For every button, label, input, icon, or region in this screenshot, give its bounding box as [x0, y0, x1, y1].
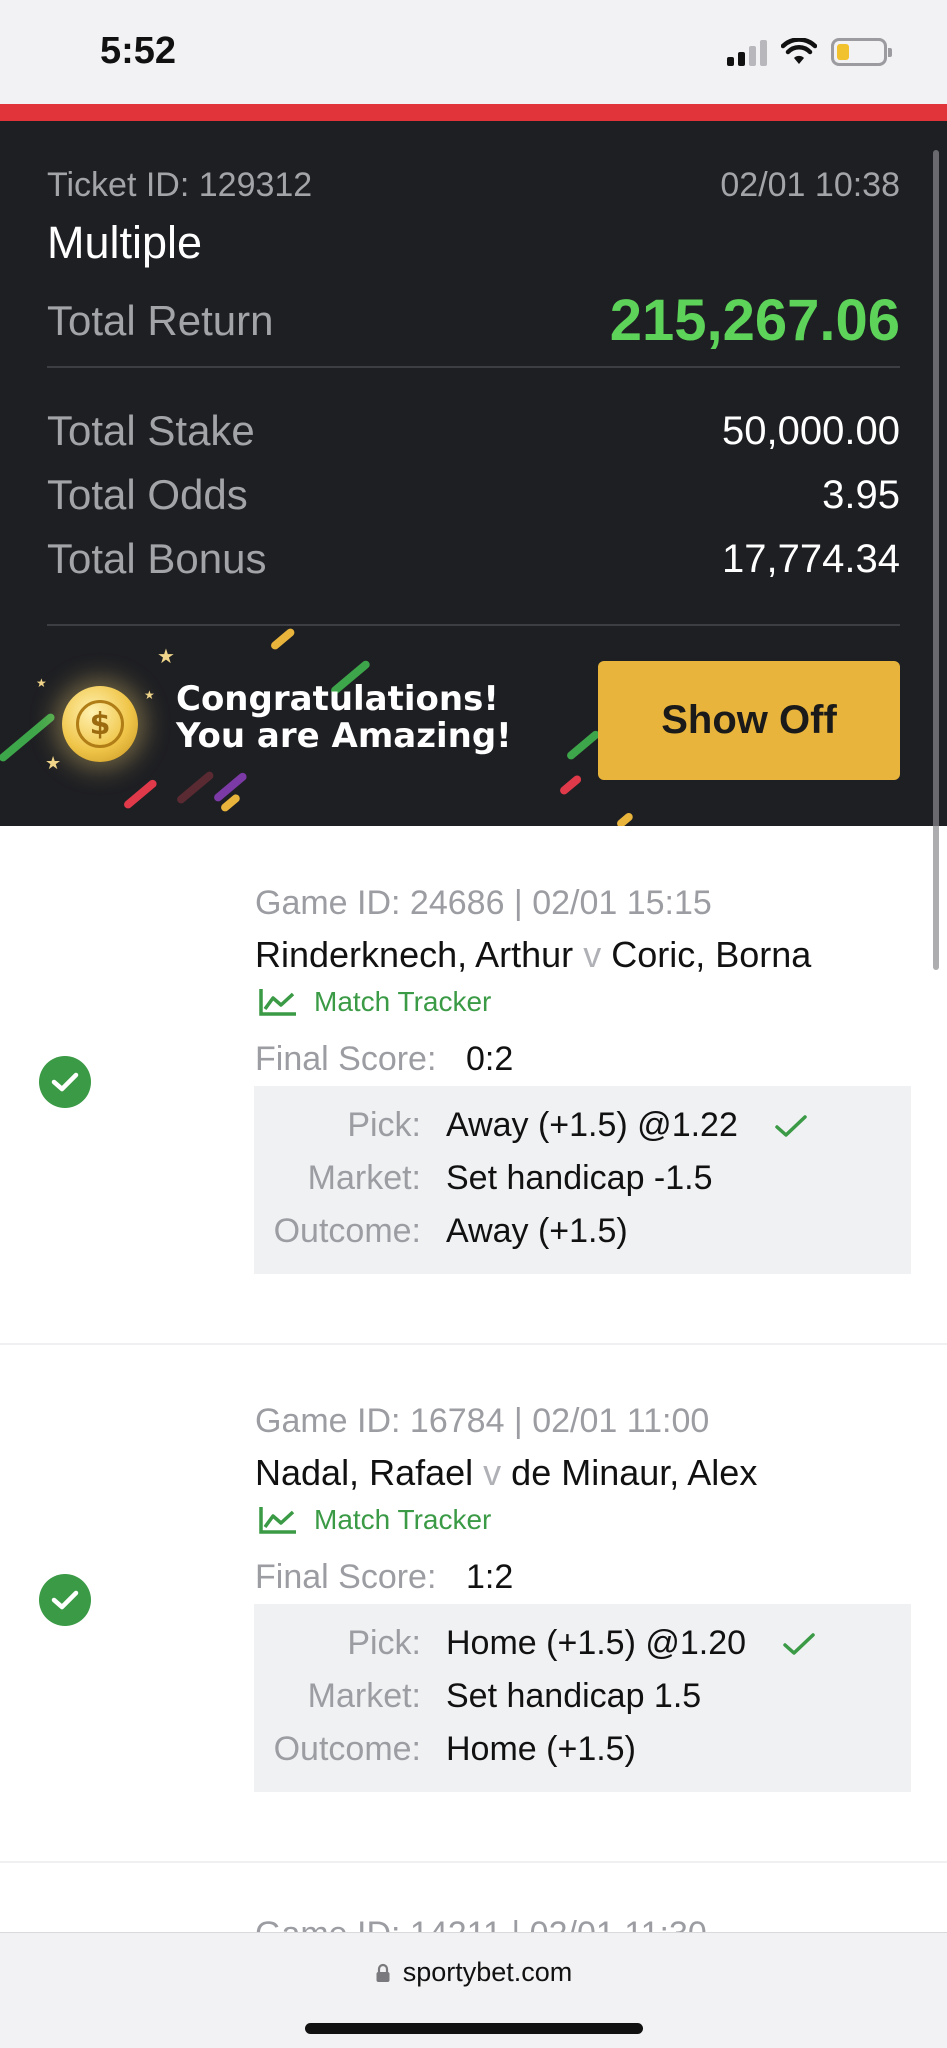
brand-strip: [0, 104, 947, 121]
final-score-label: Final Score:: [255, 1558, 437, 1596]
confetti-streak: [175, 770, 216, 806]
total-return-label: Total Return: [47, 297, 274, 344]
game-meta: Game ID: 16784 | 02/01 11:00: [255, 1402, 710, 1440]
lock-icon: [376, 1963, 390, 1982]
match-tracker-link[interactable]: Match Tracker: [258, 1504, 491, 1536]
final-score-value: 0:2: [466, 1040, 514, 1078]
address-bar[interactable]: sportybet.com: [0, 1957, 947, 1988]
market-label: Market:: [307, 1159, 421, 1197]
status-bar: 5:52: [0, 0, 947, 104]
total-odds-label: Total Odds: [47, 471, 248, 518]
confetti-streak: [269, 626, 297, 652]
outcome-value: Away (+1.5): [446, 1212, 628, 1250]
status-time: 5:52: [100, 30, 177, 72]
pick-value: Away (+1.5) @1.22: [446, 1106, 738, 1144]
ticket-id: Ticket ID: 129312: [47, 166, 313, 204]
versus: v: [583, 934, 602, 975]
star-icon: ★: [45, 753, 62, 774]
confetti-streak: [122, 778, 159, 811]
total-odds-value: 3.95: [822, 473, 900, 517]
final-score-label: Final Score:: [255, 1040, 437, 1078]
away-team: de Minaur, Alex: [511, 1452, 758, 1493]
url-text: sportybet.com: [402, 1957, 573, 1987]
home-team: Rinderknech, Arthur: [255, 934, 574, 975]
congrats-banner: ★ ★ ★ ★ $ Congratulations! You are Amazi…: [0, 626, 947, 826]
selection-card: Game ID: 24686 | 02/01 15:15 Rinderknech…: [0, 826, 947, 1344]
away-team: Coric, Borna: [611, 934, 812, 975]
home-indicator[interactable]: [305, 2023, 643, 2034]
divider: [47, 366, 900, 368]
total-return-value: 215,267.06: [609, 288, 900, 353]
won-check-icon: [39, 1574, 91, 1626]
pick-details: Pick: Away (+1.5) @1.22 Market: Set hand…: [254, 1086, 911, 1274]
total-bonus-label: Total Bonus: [47, 535, 267, 582]
market-value: Set handicap -1.5: [446, 1159, 713, 1197]
chart-line-icon: [259, 989, 296, 1016]
total-stake-value: 50,000.00: [722, 409, 900, 453]
total-stake-label: Total Stake: [47, 407, 255, 454]
match-tracker-link[interactable]: Match Tracker: [258, 986, 491, 1018]
browser-bar: sportybet.com: [0, 1932, 947, 2048]
star-icon: ★: [144, 688, 155, 702]
home-team: Nadal, Rafael: [255, 1452, 474, 1493]
outcome-label: Outcome:: [273, 1730, 421, 1768]
selection-card: Game ID: 16784 | 02/01 11:00 Nadal, Rafa…: [0, 1344, 947, 1861]
chart-line-icon: [259, 1507, 296, 1534]
pick-check-icon: [775, 1115, 807, 1137]
star-icon: ★: [36, 676, 47, 690]
outcome-label: Outcome:: [273, 1212, 421, 1250]
congrats-text: Congratulations! You are Amazing!: [176, 681, 512, 755]
pick-details: Pick: Home (+1.5) @1.20 Market: Set hand…: [254, 1604, 911, 1792]
pick-value: Home (+1.5) @1.20: [446, 1624, 747, 1662]
outcome-value: Home (+1.5): [446, 1730, 636, 1768]
confetti-streak: [615, 811, 635, 826]
won-check-icon: [39, 1056, 91, 1108]
match-tracker-label: Match Tracker: [314, 986, 492, 1017]
coin-icon: $: [62, 686, 138, 762]
match-tracker-label: Match Tracker: [314, 1504, 492, 1535]
teams: Nadal, Rafael v de Minaur, Alex: [255, 1452, 757, 1494]
game-meta: Game ID: 24686 | 02/01 15:15: [255, 884, 712, 922]
star-icon: ★: [157, 644, 175, 668]
confetti-streak: [558, 773, 583, 797]
pick-label: Pick:: [347, 1624, 421, 1662]
confetti-streak: [565, 729, 602, 762]
ticket-date: 02/01 10:38: [720, 166, 900, 204]
divider: [0, 1861, 947, 1863]
battery-icon: [831, 38, 892, 66]
wifi-icon: [781, 38, 817, 64]
pick-check-icon: [783, 1633, 815, 1655]
cellular-signal-icon: [727, 38, 767, 66]
total-bonus-value: 17,774.34: [722, 537, 900, 581]
show-off-button[interactable]: Show Off: [598, 661, 900, 780]
ticket-summary: Ticket ID: 129312 02/01 10:38 Multiple T…: [0, 121, 947, 826]
market-value: Set handicap 1.5: [446, 1677, 702, 1715]
final-score-value: 1:2: [466, 1558, 514, 1596]
bet-type: Multiple: [47, 217, 203, 268]
versus: v: [483, 1452, 502, 1493]
congrats-line-1: Congratulations!: [176, 679, 499, 719]
pick-label: Pick:: [347, 1106, 421, 1144]
status-icons: [727, 38, 892, 66]
congrats-line-2: You are Amazing!: [176, 716, 512, 756]
market-label: Market:: [307, 1677, 421, 1715]
teams: Rinderknech, Arthur v Coric, Borna: [255, 934, 811, 976]
